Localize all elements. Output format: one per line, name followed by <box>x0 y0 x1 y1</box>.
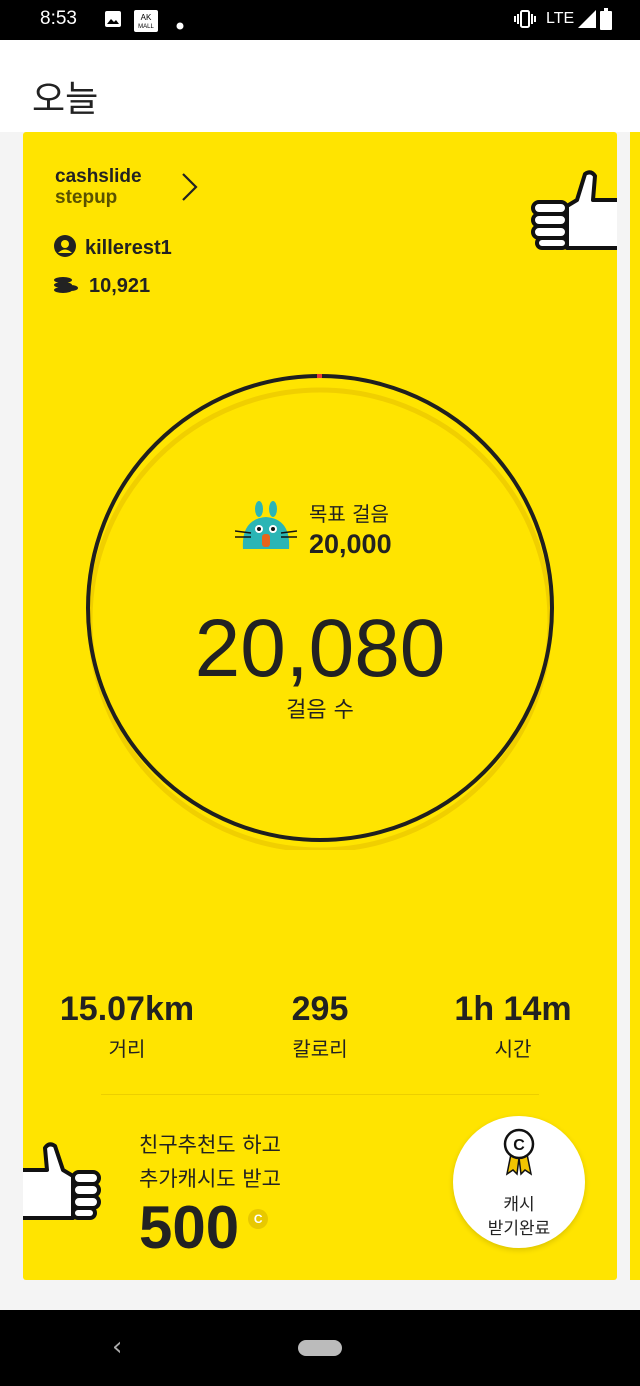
network-type: LTE <box>546 10 575 27</box>
battery-icon <box>600 8 612 34</box>
brand-logo[interactable]: cashslide stepup <box>55 166 142 208</box>
thumbs-up-icon <box>23 1142 103 1224</box>
brand-line1: cashslide <box>55 166 142 187</box>
promo-amount: 500 <box>139 1194 240 1261</box>
notification-dot-icon <box>176 15 184 34</box>
stat-calories-label: 칼로리 <box>292 1037 348 1061</box>
back-button[interactable]: ‹ <box>112 1332 122 1362</box>
thumbs-up-icon <box>529 170 617 254</box>
promo-line2: 추가캐시도 받고 <box>139 1167 281 1191</box>
step-count: 20,080 <box>194 603 446 694</box>
user-avatar-icon <box>53 234 77 262</box>
stat-time-label: 시간 <box>494 1037 532 1061</box>
user-info: killerest1 <box>53 234 172 262</box>
next-card-peek[interactable] <box>630 132 640 1280</box>
cash-button-line1: 캐시 <box>503 1195 535 1215</box>
step-count-label: 걸음 수 <box>286 698 354 723</box>
svg-text:C: C <box>513 1137 525 1154</box>
cash-button-line2: 받기완료 <box>487 1219 551 1239</box>
mall-app-icon: AK MALL <box>134 10 158 36</box>
stat-calories: 295 칼로리 <box>220 990 420 1062</box>
stepup-card[interactable]: cashslide stepup killerest1 10,921 목표 걸음… <box>23 132 617 1280</box>
stat-time: 1h 14m 시간 <box>413 990 613 1062</box>
svg-text:MALL: MALL <box>138 24 154 30</box>
stat-distance: 15.07km 거리 <box>27 990 227 1062</box>
receive-cash-button[interactable]: C 캐시 받기완료 <box>453 1116 585 1248</box>
coins-icon <box>53 274 79 298</box>
page-title: 오늘 <box>32 79 99 120</box>
coin-balance: 10,921 <box>53 272 150 300</box>
coin-value: 10,921 <box>89 274 151 297</box>
referral-promo[interactable]: 친구추천도 하고 추가캐시도 받고 500 C <box>139 1128 281 1260</box>
chevron-right-icon[interactable] <box>179 172 199 206</box>
stat-distance-value: 15.07km <box>59 990 195 1028</box>
username: killerest1 <box>85 236 172 259</box>
medal-icon: C <box>501 1128 537 1180</box>
svg-text:AK: AK <box>141 13 152 22</box>
stat-distance-label: 거리 <box>108 1037 146 1061</box>
cash-coin-icon: C <box>248 1209 269 1229</box>
stat-calories-value: 295 <box>291 990 349 1028</box>
mascot-icon <box>234 501 298 557</box>
status-time: 8:53 <box>40 8 77 29</box>
progress-marker <box>317 374 322 378</box>
image-icon <box>104 10 122 32</box>
home-button[interactable] <box>298 1340 342 1356</box>
vibrate-icon <box>514 10 536 32</box>
promo-line1: 친구추천도 하고 <box>139 1133 281 1157</box>
goal-value: 20,000 <box>309 529 392 559</box>
stat-time-value: 1h 14m <box>454 990 572 1028</box>
navigation-bar: ‹ <box>0 1310 640 1386</box>
status-bar: 8:53 AK MALL LTE <box>0 0 640 40</box>
divider <box>101 1094 539 1095</box>
goal-section: 목표 걸음 20,000 <box>234 498 392 560</box>
goal-label: 목표 걸음 <box>309 502 389 526</box>
signal-icon <box>578 10 596 32</box>
brand-line2: stepup <box>55 187 118 208</box>
header: 오늘 <box>0 40 640 132</box>
